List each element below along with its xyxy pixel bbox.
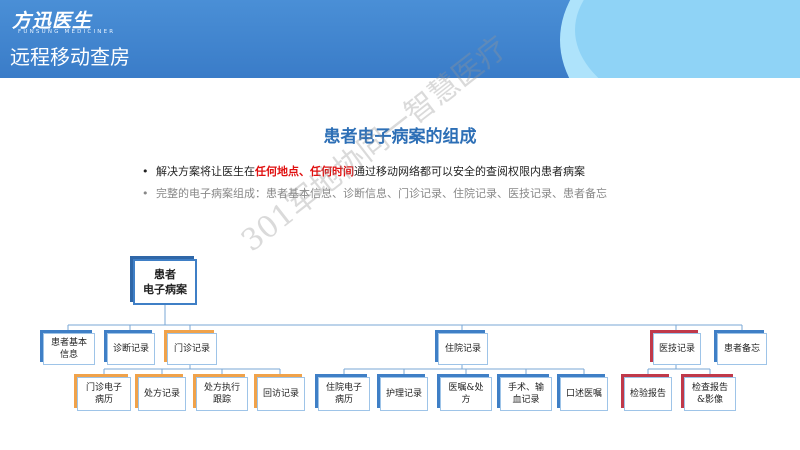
node-inpatient-record: 住院记录 [438, 333, 488, 365]
node-prescription-tracking: 处方执行 跟踪 [196, 377, 248, 411]
node-patient-memo: 患者备忘 [717, 333, 767, 365]
node-diagnosis-record: 诊断记录 [107, 333, 155, 365]
node-verbal-orders: 口述医嘱 [560, 377, 608, 411]
node-inpatient-emr: 住院电子 病历 [318, 377, 370, 411]
node-outpatient-record: 门诊记录 [167, 333, 217, 365]
node-medtech-record: 医技记录 [653, 333, 701, 365]
node-nursing-record: 护理记录 [380, 377, 428, 411]
node-exam-report-imaging: 检查报告 &影像 [684, 377, 736, 411]
node-follow-up-record: 回访记录 [257, 377, 305, 411]
node-surgery-transfusion: 手术、输 血记录 [500, 377, 552, 411]
node-lab-report: 检验报告 [624, 377, 672, 411]
node-outpatient-emr: 门诊电子 病历 [77, 377, 131, 411]
tree-root-node: 患者 电子病案 [133, 259, 197, 305]
node-prescription-record: 处方记录 [138, 377, 186, 411]
node-orders-prescriptions: 医嘱&处方 [440, 377, 492, 411]
node-patient-basic-info: 患者基本 信息 [43, 333, 95, 365]
